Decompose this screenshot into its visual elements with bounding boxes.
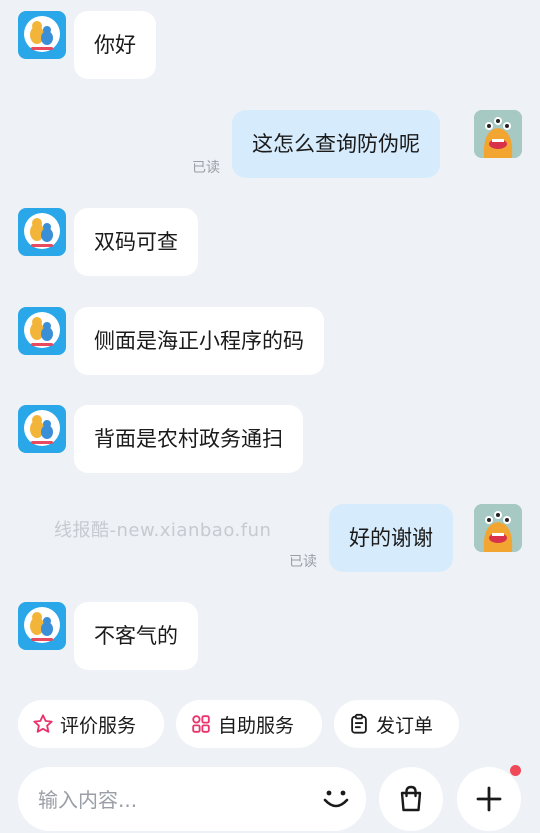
shop-avatar[interactable]	[18, 11, 66, 59]
dog-cat-logo-icon	[24, 16, 60, 52]
star-icon	[33, 714, 53, 733]
message-bubble[interactable]: 好的谢谢	[329, 504, 453, 572]
shop-avatar[interactable]	[18, 307, 66, 355]
message-bubble[interactable]: 侧面是海正小程序的码	[74, 307, 324, 375]
message-bubble[interactable]: 不客气的	[74, 602, 198, 670]
monster-avatar-icon	[474, 504, 522, 552]
plus-icon	[476, 786, 502, 812]
shop-avatar[interactable]	[18, 602, 66, 650]
shopping-bag-button[interactable]	[379, 767, 443, 831]
quick-action-label: 发订单	[376, 714, 434, 737]
grid-icon	[192, 715, 210, 733]
user-avatar[interactable]	[474, 504, 522, 552]
message-bubble[interactable]: 这怎么查询防伪呢	[232, 110, 440, 178]
dog-cat-logo-icon	[24, 312, 60, 348]
emoji-icon[interactable]	[320, 783, 352, 815]
clipboard-icon	[351, 713, 367, 734]
notification-dot	[510, 765, 521, 776]
dog-cat-logo-icon	[24, 607, 60, 643]
message-bubble[interactable]: 背面是农村政务通扫	[74, 405, 303, 473]
message-input-bar	[18, 767, 366, 833]
quick-action-label: 评价服务	[60, 714, 137, 737]
read-status: 已读	[192, 160, 220, 176]
user-avatar[interactable]	[474, 110, 522, 158]
monster-avatar-icon	[474, 110, 522, 158]
quick-action-self-service[interactable]: 自助服务	[176, 700, 322, 748]
quick-action-label: 自助服务	[218, 714, 295, 737]
quick-action-rate-service[interactable]: 评价服务	[18, 700, 164, 748]
message-bubble[interactable]: 双码可查	[74, 208, 198, 276]
message-input[interactable]	[36, 767, 310, 833]
read-status: 已读	[289, 554, 317, 570]
more-options-button[interactable]	[457, 767, 521, 831]
shopping-bag-icon	[400, 785, 422, 812]
message-bubble[interactable]: 你好	[74, 11, 156, 79]
shop-avatar[interactable]	[18, 405, 66, 453]
dog-cat-logo-icon	[24, 213, 60, 249]
watermark-text: 线报酷-new.xianbao.fun	[54, 520, 272, 541]
dog-cat-logo-icon	[24, 410, 60, 446]
quick-action-place-order[interactable]: 发订单	[334, 700, 459, 748]
shop-avatar[interactable]	[18, 208, 66, 256]
